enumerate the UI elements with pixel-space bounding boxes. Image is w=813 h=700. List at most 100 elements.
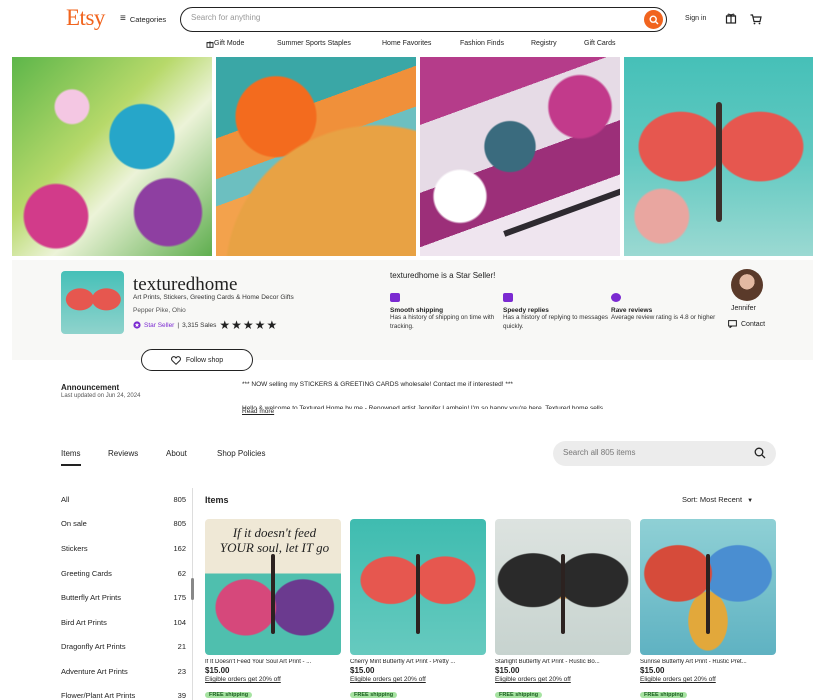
- banner-flowers-art: [12, 57, 212, 256]
- subnav-home-favorites[interactable]: Home Favorites: [382, 40, 431, 47]
- product-title[interactable]: Starlight Butterfly Art Print - Rustic B…: [495, 659, 631, 665]
- shop-tagline: Art Prints, Stickers, Greeting Cards & H…: [133, 294, 294, 301]
- perk-description: Has a history of replying to messages qu…: [503, 314, 608, 330]
- product-card[interactable]: Cherry Mint Butterfly Art Print - Pretty…: [350, 519, 486, 700]
- follow-shop-button[interactable]: Follow shop: [141, 349, 253, 371]
- sidebar-scroll-indicator[interactable]: [191, 578, 194, 600]
- cart-icon[interactable]: [750, 12, 762, 30]
- follow-label: Follow shop: [185, 356, 224, 364]
- product-promo[interactable]: Eligible orders get 20% off: [205, 676, 341, 683]
- subnav-label: Gift Mode: [214, 40, 245, 47]
- sidebar-item-label: Butterfly Art Prints: [61, 593, 122, 602]
- sidebar-item-count: 23: [177, 667, 186, 676]
- sidebar-item-count: 162: [173, 544, 186, 553]
- perk-speedy-replies: Speedy replies Has a history of replying…: [503, 293, 613, 331]
- sidebar-item-all[interactable]: All 805: [61, 495, 186, 504]
- sidebar-item-count: 21: [177, 642, 186, 651]
- subnav-gift-mode[interactable]: Gift Mode: [206, 40, 244, 49]
- product-title[interactable]: If It Doesn't Feed Your Soul Art Print -…: [205, 659, 341, 665]
- announcement-date: Last updated on Jun 24, 2024: [61, 393, 141, 399]
- product-card[interactable]: Starlight Butterfly Art Print - Rustic B…: [495, 519, 631, 700]
- shop-banner: [12, 57, 813, 256]
- product-title[interactable]: Sunrise Butterfly Art Print - Rustic Pre…: [640, 659, 776, 665]
- product-card[interactable]: If it doesn't feed YOUR soul, let IT go …: [205, 519, 341, 700]
- sidebar-item-label: Greeting Cards: [61, 569, 112, 578]
- free-shipping-badge: FREE shipping: [495, 692, 543, 698]
- product-image[interactable]: [640, 519, 776, 655]
- product-title[interactable]: Cherry Mint Butterfly Art Print - Pretty…: [350, 659, 486, 665]
- etsy-logo[interactable]: Etsy: [66, 5, 105, 31]
- tab-about[interactable]: About: [166, 449, 187, 458]
- subnav-summer-sports[interactable]: Summer Sports Staples: [277, 40, 351, 47]
- product-promo[interactable]: Eligible orders get 20% off: [350, 676, 486, 683]
- subnav-registry[interactable]: Registry: [531, 40, 557, 47]
- sidebar-item-on-sale[interactable]: On sale 805: [61, 519, 186, 528]
- sidebar-item-label: Flower/Plant Art Prints: [61, 691, 136, 700]
- sidebar-item-greeting-cards[interactable]: Greeting Cards 62: [61, 569, 186, 578]
- sidebar-item-label: Dragonfly Art Prints: [61, 642, 126, 651]
- product-price: $15.00: [495, 666, 520, 675]
- category-subnav: Gift Mode Summer Sports Staples Home Fav…: [0, 40, 813, 54]
- sidebar-item-stickers[interactable]: Stickers 162: [61, 544, 186, 553]
- search-icon: [648, 14, 658, 24]
- categories-label: Categories: [129, 14, 167, 24]
- product-card[interactable]: Sunrise Butterfly Art Print - Rustic Pre…: [640, 519, 776, 700]
- sort-dropdown[interactable]: Sort: Most Recent ▼: [682, 495, 753, 504]
- product-promo[interactable]: Eligible orders get 20% off: [640, 676, 776, 683]
- sidebar-item-label: Stickers: [61, 544, 88, 553]
- search-input[interactable]: [191, 13, 631, 22]
- sidebar-item-label: On sale: [61, 519, 87, 528]
- contact-label: Contact: [741, 320, 766, 328]
- sidebar-item-adventure-art-prints[interactable]: Adventure Art Prints 23: [61, 667, 186, 676]
- sidebar-item-label: Bird Art Prints: [61, 618, 107, 627]
- sidebar-item-butterfly-art-prints[interactable]: Butterfly Art Prints 175: [61, 593, 186, 602]
- product-image[interactable]: [495, 519, 631, 655]
- sidebar-item-flower-plant-art-prints[interactable]: Flower/Plant Art Prints 39: [61, 691, 186, 700]
- shop-search-bar: [553, 441, 776, 466]
- product-image[interactable]: [350, 519, 486, 655]
- announcement-text-truncated: Hello & welcome to Textured Home by me -…: [242, 405, 604, 409]
- tab-shop-policies[interactable]: Shop Policies: [217, 449, 265, 458]
- contact-button[interactable]: Contact: [728, 320, 765, 328]
- product-price: $15.00: [640, 666, 665, 675]
- sort-label: Sort: Most Recent: [682, 495, 743, 504]
- subnav-fashion-finds[interactable]: Fashion Finds: [460, 40, 504, 47]
- gift-icon[interactable]: [725, 11, 737, 29]
- top-header: Etsy ≡ Categories Sign in: [0, 0, 813, 40]
- rating-stars[interactable]: ★★★★★: [219, 318, 278, 332]
- free-shipping-badge: FREE shipping: [205, 692, 253, 698]
- read-more-link[interactable]: Read more: [242, 408, 274, 415]
- search-icon[interactable]: [754, 447, 766, 459]
- tab-reviews[interactable]: Reviews: [108, 449, 138, 458]
- owner-name[interactable]: Jennifer: [731, 305, 756, 312]
- gift-icon: [206, 41, 214, 48]
- perk-title: Rave reviews: [611, 307, 653, 314]
- subnav-gift-cards[interactable]: Gift Cards: [584, 40, 616, 47]
- perk-description: Average review rating is 4.8 or higher: [611, 314, 716, 321]
- shop-search-input[interactable]: [563, 448, 743, 457]
- categories-button[interactable]: ≡ Categories: [120, 14, 166, 24]
- truck-icon: [390, 293, 400, 302]
- owner-avatar[interactable]: [731, 269, 763, 301]
- search-button[interactable]: [644, 10, 663, 29]
- product-image-text: If it doesn't feed YOUR soul, let IT go: [219, 525, 330, 555]
- banner-butterfly-art: [624, 57, 813, 256]
- items-heading: Items: [205, 495, 229, 505]
- tab-items[interactable]: Items: [61, 449, 81, 466]
- search-bar: [180, 7, 667, 32]
- banner-sun-art: [216, 57, 416, 256]
- shop-location: Pepper Pike, Ohio: [133, 307, 186, 314]
- perk-smooth-shipping: Smooth shipping Has a history of shippin…: [390, 293, 500, 331]
- sidebar-item-count: 39: [177, 691, 186, 700]
- shop-avatar: [61, 271, 124, 334]
- product-promo[interactable]: Eligible orders get 20% off: [495, 676, 631, 683]
- star-seller-label[interactable]: Star Seller: [144, 322, 174, 329]
- free-shipping-badge: FREE shipping: [640, 692, 688, 698]
- announcement-text: *** NOW selling my STICKERS & GREETING C…: [242, 381, 513, 388]
- sidebar-item-count: 805: [173, 519, 186, 528]
- sidebar-item-count: 805: [173, 495, 186, 504]
- sidebar-item-dragonfly-art-prints[interactable]: Dragonfly Art Prints 21: [61, 642, 186, 651]
- sidebar-item-bird-art-prints[interactable]: Bird Art Prints 104: [61, 618, 186, 627]
- product-image[interactable]: If it doesn't feed YOUR soul, let IT go: [205, 519, 341, 655]
- sign-in-link[interactable]: Sign in: [685, 15, 706, 22]
